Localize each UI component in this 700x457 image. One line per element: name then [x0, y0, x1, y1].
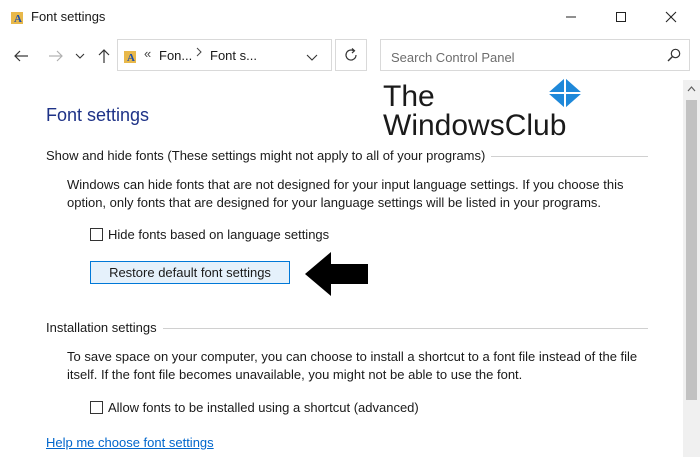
- up-button[interactable]: [94, 46, 114, 66]
- vertical-scrollbar[interactable]: [683, 80, 700, 457]
- forward-arrow-icon: [49, 50, 63, 62]
- hide-fonts-checkbox[interactable]: Hide fonts based on language settings: [90, 227, 329, 242]
- show-hide-group-title: Show and hide fonts (These settings migh…: [46, 148, 492, 163]
- windows-logo-icon: [548, 78, 582, 108]
- breadcrumb-overflow[interactable]: «: [144, 46, 151, 61]
- fonts-folder-icon: A: [124, 48, 138, 64]
- forward-button[interactable]: [46, 46, 66, 66]
- minimize-button[interactable]: [548, 0, 594, 33]
- search-button[interactable]: [667, 48, 681, 67]
- svg-text:A: A: [14, 13, 22, 25]
- svg-text:A: A: [127, 52, 135, 64]
- help-link[interactable]: Help me choose font settings: [46, 435, 214, 450]
- watermark-logo: The WindowsClub: [383, 78, 583, 142]
- breadcrumb-item-fonts[interactable]: Fon...: [159, 48, 192, 63]
- breadcrumb-item-font-settings[interactable]: Font s...: [210, 48, 257, 63]
- refresh-icon: [345, 48, 357, 61]
- back-arrow-icon: [14, 50, 28, 62]
- search-icon: [667, 48, 681, 62]
- up-arrow-icon: [98, 49, 110, 63]
- installation-group-title: Installation settings: [46, 320, 163, 335]
- chevron-down-icon: [306, 54, 318, 61]
- address-bar[interactable]: A « Fon... Font s...: [117, 39, 332, 71]
- refresh-button[interactable]: [335, 39, 367, 71]
- hide-fonts-label: Hide fonts based on language settings: [108, 227, 330, 242]
- checkbox-box[interactable]: [90, 228, 103, 241]
- left-arrow-icon: [305, 252, 368, 296]
- navigation-bar: A « Fon... Font s...: [0, 36, 700, 76]
- window-title: Font settings: [31, 9, 106, 24]
- show-hide-description: Windows can hide fonts that are not desi…: [67, 177, 624, 210]
- fonts-folder-icon: A: [11, 9, 25, 25]
- restore-default-font-settings-button[interactable]: Restore default font settings: [90, 261, 290, 284]
- close-button[interactable]: [648, 0, 694, 33]
- scroll-up-icon: [687, 85, 696, 91]
- scroll-up-button[interactable]: [683, 80, 700, 97]
- chevron-down-icon: [75, 53, 85, 59]
- maximize-button[interactable]: [598, 0, 644, 33]
- recent-locations-button[interactable]: [70, 46, 90, 66]
- allow-shortcut-label: Allow fonts to be installed using a shor…: [108, 400, 419, 415]
- installation-description: To save space on your computer, you can …: [67, 349, 638, 382]
- chevron-right-icon: [196, 47, 202, 57]
- back-button[interactable]: [11, 46, 31, 66]
- checkbox-box[interactable]: [90, 401, 103, 414]
- breadcrumb-separator: [195, 46, 203, 61]
- address-dropdown-button[interactable]: [306, 49, 318, 67]
- maximize-icon: [616, 11, 626, 22]
- close-icon: [665, 11, 677, 22]
- allow-shortcut-checkbox[interactable]: Allow fonts to be installed using a shor…: [90, 400, 419, 415]
- search-box[interactable]: [380, 39, 690, 71]
- page-title: Font settings: [46, 105, 150, 125]
- scroll-thumb[interactable]: [686, 100, 697, 400]
- minimize-icon: [566, 16, 576, 17]
- watermark-line2: WindowsClub: [383, 109, 567, 142]
- title-bar: A Font settings: [0, 0, 700, 33]
- search-input[interactable]: [389, 46, 653, 68]
